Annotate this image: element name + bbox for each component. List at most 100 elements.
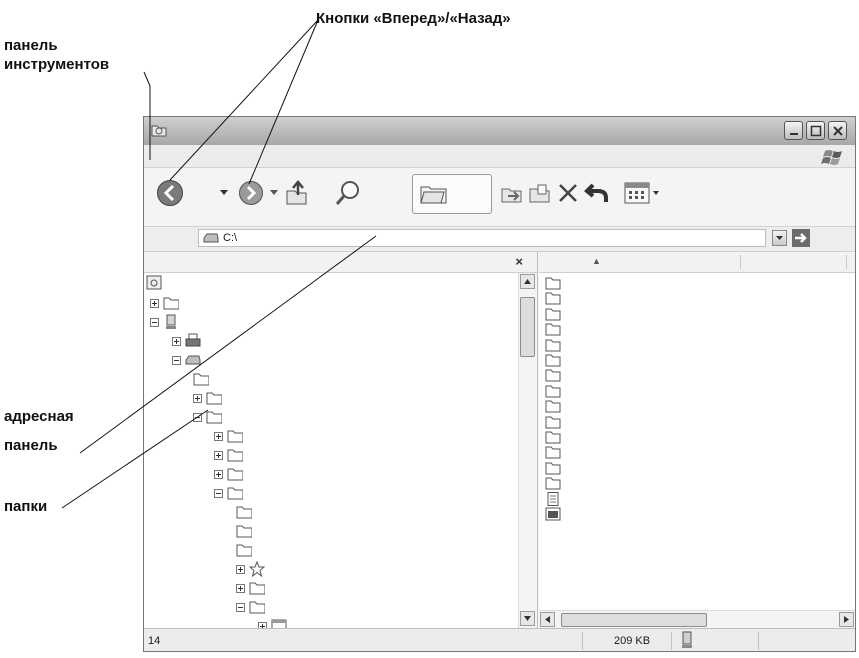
tree-node[interactable] <box>193 390 233 406</box>
scroll-thumb[interactable] <box>520 297 535 357</box>
tree-node[interactable] <box>236 599 276 615</box>
collapse-icon[interactable] <box>236 603 245 612</box>
computer-icon <box>166 314 176 329</box>
expand-icon[interactable] <box>214 470 223 479</box>
folders-button[interactable] <box>412 174 492 214</box>
tree-node[interactable] <box>172 352 212 368</box>
tree-node[interactable] <box>193 409 233 425</box>
tree-node[interactable] <box>236 504 276 520</box>
tree-node[interactable] <box>146 275 186 291</box>
toolbar <box>144 168 855 227</box>
folder-icon[interactable] <box>545 445 561 459</box>
back-arrow-icon <box>157 180 183 206</box>
folders-vertical-scrollbar[interactable] <box>518 273 537 628</box>
folder-icon[interactable] <box>545 276 561 290</box>
folder-icon[interactable] <box>545 338 561 352</box>
callout-toolbar-line2: инструментов <box>4 56 110 73</box>
views-button[interactable] <box>624 181 664 205</box>
collapse-icon[interactable] <box>214 489 223 498</box>
expand-icon[interactable] <box>172 337 181 346</box>
folder-icon <box>193 373 209 386</box>
folder-icon[interactable] <box>545 430 561 444</box>
folder-icon <box>227 430 243 443</box>
folder-icon[interactable] <box>545 384 561 398</box>
tree-node[interactable] <box>150 295 190 311</box>
command-file-icon[interactable] <box>545 507 561 521</box>
back-dropdown[interactable] <box>220 190 228 196</box>
tree-node[interactable] <box>214 428 254 444</box>
tree-node[interactable] <box>236 580 276 596</box>
tree-node[interactable] <box>172 333 212 349</box>
expand-icon[interactable] <box>150 299 159 308</box>
chevron-down-icon <box>776 236 783 240</box>
tree-node[interactable] <box>193 371 233 387</box>
folder-icon <box>236 525 252 538</box>
tree-node[interactable] <box>150 314 190 330</box>
close-folders-pane-button[interactable]: × <box>515 254 523 269</box>
search-button[interactable] <box>334 179 362 207</box>
status-object-count: 14 <box>148 635 161 647</box>
windows-flag-icon <box>821 150 842 165</box>
minimize-button[interactable] <box>784 121 803 140</box>
go-button[interactable] <box>792 229 810 247</box>
copy-to-button[interactable] <box>528 181 552 205</box>
tree-node[interactable] <box>214 485 254 501</box>
undo-button[interactable] <box>584 180 610 206</box>
scroll-up-button[interactable] <box>520 274 535 289</box>
expand-icon[interactable] <box>214 432 223 441</box>
favorites-icon <box>249 561 265 577</box>
close-button[interactable] <box>828 121 847 140</box>
folder-icon[interactable] <box>545 461 561 475</box>
expand-icon[interactable] <box>236 584 245 593</box>
contents-horizontal-scrollbar[interactable] <box>539 610 855 629</box>
status-size: 209 KB <box>614 635 651 647</box>
maximize-button[interactable] <box>806 121 825 140</box>
collapse-icon[interactable] <box>150 318 159 327</box>
text-file-icon[interactable] <box>545 491 561 506</box>
scroll-left-button[interactable] <box>540 612 555 627</box>
folder-icon <box>227 487 243 500</box>
folder-icon[interactable] <box>545 399 561 413</box>
folder-icon[interactable] <box>545 307 561 321</box>
folder-icon[interactable] <box>545 368 561 382</box>
folder-icon[interactable] <box>545 476 561 490</box>
folder-icon[interactable] <box>545 322 561 336</box>
folder-icon <box>236 544 252 557</box>
scroll-right-button[interactable] <box>839 612 854 627</box>
expand-icon[interactable] <box>214 451 223 460</box>
collapse-icon[interactable] <box>193 413 202 422</box>
folder-icon[interactable] <box>545 291 561 305</box>
title-bar[interactable] <box>144 117 855 145</box>
up-button[interactable] <box>284 179 310 207</box>
folder-icon <box>227 449 243 462</box>
delete-icon <box>559 184 577 202</box>
delete-button[interactable] <box>556 181 580 205</box>
go-arrow-icon <box>795 233 807 243</box>
expand-icon[interactable] <box>193 394 202 403</box>
move-to-button[interactable] <box>500 181 524 205</box>
copy-to-icon <box>529 184 550 203</box>
forward-button[interactable] <box>238 180 264 206</box>
contents-pane: ▲ <box>539 252 855 629</box>
folder-icon[interactable] <box>545 353 561 367</box>
back-button[interactable] <box>156 179 184 207</box>
explorer-folder-icon <box>151 125 167 137</box>
expand-icon[interactable] <box>236 565 245 574</box>
tree-node[interactable] <box>214 447 254 463</box>
desktop-icon <box>146 275 162 290</box>
collapse-icon[interactable] <box>172 356 181 365</box>
folder-icon <box>236 506 252 519</box>
address-input[interactable]: C:\ <box>198 229 766 247</box>
tree-node[interactable] <box>236 561 276 577</box>
tree-node[interactable] <box>214 466 254 482</box>
tree-node[interactable] <box>236 542 276 558</box>
scroll-down-button[interactable] <box>520 611 535 626</box>
tree-node[interactable] <box>236 523 276 539</box>
computer-icon <box>682 631 692 648</box>
move-to-icon <box>501 188 522 203</box>
address-dropdown-button[interactable] <box>772 230 787 246</box>
callout-folders: папки <box>4 498 48 515</box>
forward-dropdown[interactable] <box>270 190 278 196</box>
horizontal-scroll-thumb[interactable] <box>561 613 707 627</box>
folder-icon[interactable] <box>545 415 561 429</box>
